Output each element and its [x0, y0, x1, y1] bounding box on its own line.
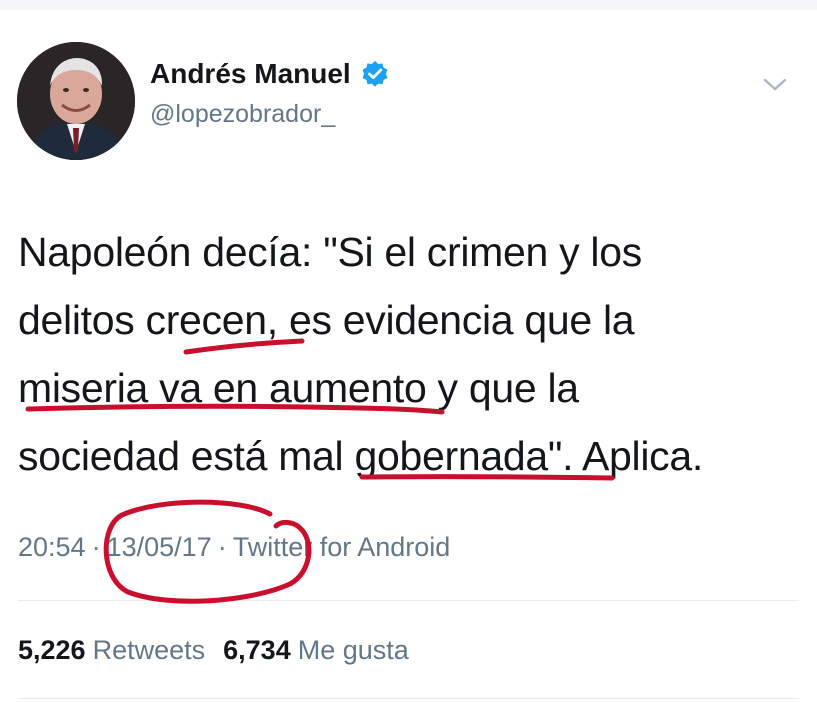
tweet-date[interactable]: 13/05/17 — [107, 532, 212, 562]
tweet-line-4: sociedad está mal gobernada". Aplica. — [18, 433, 703, 479]
top-divider — [0, 0, 817, 10]
verified-icon — [361, 60, 389, 88]
divider — [18, 698, 799, 699]
display-name-text: Andrés Manuel — [150, 58, 351, 89]
avatar[interactable] — [17, 42, 135, 160]
likes-label[interactable]: Me gusta — [298, 635, 409, 665]
tweet-line-1: Napoleón decía: "Si el crimen y los — [18, 229, 642, 275]
divider — [18, 600, 799, 601]
tweet-time[interactable]: 20:54 — [18, 532, 86, 562]
likes-count[interactable]: 6,734 — [223, 635, 291, 665]
retweets-label[interactable]: Retweets — [93, 635, 206, 665]
retweets-count[interactable]: 5,226 — [18, 635, 86, 665]
tweet-source[interactable]: Twitter for Android — [233, 532, 451, 562]
tweet-line-2: delitos crecen, es evidencia que la — [18, 297, 635, 343]
tweet-card: Andrés Manuel @lopezobrador_ Napoleón de… — [0, 0, 817, 703]
user-handle[interactable]: @lopezobrador_ — [150, 100, 335, 129]
meta-separator: · — [91, 532, 101, 562]
tweet-text: Napoleón decía: "Si el crimen y los deli… — [18, 218, 808, 490]
tweet-meta: 20:54 · 13/05/17 · Twitter for Android — [18, 532, 450, 563]
display-name[interactable]: Andrés Manuel — [150, 58, 389, 90]
tweet-stats: 5,226 Retweets 6,734 Me gusta — [18, 635, 427, 666]
chevron-down-icon[interactable] — [762, 76, 788, 94]
meta-separator: · — [217, 532, 227, 562]
tweet-line-3: miseria va en aumento y que la — [18, 365, 579, 411]
